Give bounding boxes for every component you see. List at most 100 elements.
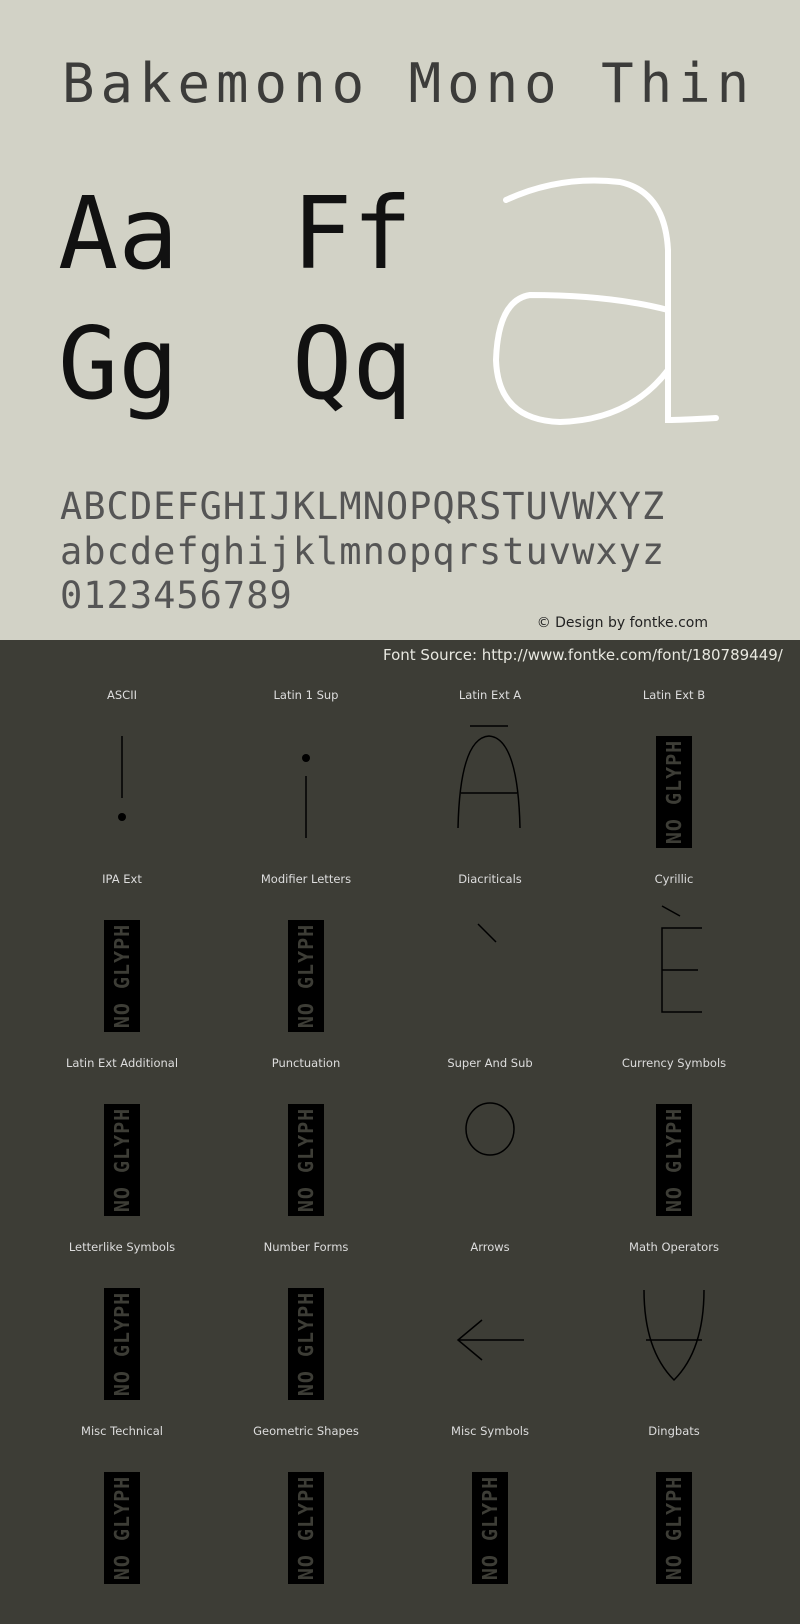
- glyph-block-cyrillic: Cyrillic: [582, 872, 766, 1056]
- no-glyph-icon: NO GLYPH: [214, 1454, 398, 1584]
- block-label: Letterlike Symbols: [68, 1240, 176, 1254]
- block-label: Latin Ext A: [458, 688, 522, 702]
- block-label: Latin 1 Sup: [273, 688, 339, 702]
- no-glyph-box: NO GLYPH: [656, 736, 692, 848]
- glyph-block-diacriticals: Diacriticals: [398, 872, 582, 1056]
- no-glyph-text: NO GLYPH: [662, 1475, 687, 1581]
- no-glyph-icon: NO GLYPH: [582, 1454, 766, 1584]
- glyph-Amacron-icon: [457, 725, 521, 829]
- block-label: Misc Symbols: [451, 1424, 529, 1438]
- glyph-block-latin-ext-a: Latin Ext A: [398, 688, 582, 872]
- no-glyph-box: NO GLYPH: [288, 1472, 324, 1584]
- glyph-block-misc-technical: Misc Technical NO GLYPH: [30, 1424, 214, 1608]
- glyph-union-like-icon: [643, 1289, 705, 1382]
- block-label: Latin Ext Additional: [65, 1056, 179, 1070]
- no-glyph-box: NO GLYPH: [472, 1472, 508, 1584]
- no-glyph-box: NO GLYPH: [104, 1104, 140, 1216]
- no-glyph-box: NO GLYPH: [288, 1288, 324, 1400]
- block-label: Dingbats: [648, 1424, 700, 1438]
- glyph-block-ipa-ext: IPA Ext NO GLYPH: [30, 872, 214, 1056]
- no-glyph-icon: NO GLYPH: [582, 1086, 766, 1216]
- no-glyph-icon: NO GLYPH: [214, 1086, 398, 1216]
- glyph-Egrave: [582, 902, 766, 1032]
- block-label: Number Forms: [263, 1240, 349, 1254]
- glyph-exclam: [30, 718, 214, 848]
- glyph-block-latin-1-sup: Latin 1 Sup: [214, 688, 398, 872]
- sample-ff: Ff: [292, 175, 413, 292]
- credit-text: © Design by fontke.com: [536, 615, 708, 631]
- no-glyph-box: NO GLYPH: [104, 1288, 140, 1400]
- no-glyph-text: NO GLYPH: [110, 1475, 135, 1581]
- block-label: Modifier Letters: [260, 872, 352, 886]
- glyph-zerosuperior-icon: [465, 1102, 515, 1156]
- glyph-block-ascii: ASCII: [30, 688, 214, 872]
- no-glyph-text: NO GLYPH: [294, 1107, 319, 1213]
- block-label: ASCII: [107, 688, 137, 702]
- glyph-block-latin-ext-additional: Latin Ext Additional NO GLYPH: [30, 1056, 214, 1240]
- no-glyph-box: NO GLYPH: [288, 920, 324, 1032]
- no-glyph-text: NO GLYPH: [662, 1107, 687, 1213]
- lowercase-line: abcdefghijklmnopqrstuvwxyz: [60, 530, 666, 573]
- glyph-exclam-icon: [118, 736, 126, 821]
- glyph-block-geometric-shapes: Geometric Shapes NO GLYPH: [214, 1424, 398, 1608]
- no-glyph-icon: NO GLYPH: [214, 1270, 398, 1400]
- glyph-block-latin-ext-b: Latin Ext B NO GLYPH: [582, 688, 766, 872]
- no-glyph-text: NO GLYPH: [294, 923, 319, 1029]
- font-title: Bakemono Mono Thin: [62, 52, 756, 115]
- block-label: Diacriticals: [458, 872, 522, 886]
- no-glyph-box: NO GLYPH: [656, 1104, 692, 1216]
- uppercase-line: ABCDEFGHIJKLMNOPQRSTUVWXYZ: [60, 485, 666, 528]
- no-glyph-icon: NO GLYPH: [398, 1454, 582, 1584]
- no-glyph-icon: NO GLYPH: [30, 1454, 214, 1584]
- sample-aa: Aa: [58, 175, 179, 292]
- glyph-grave-icon: [477, 923, 497, 943]
- no-glyph-icon: NO GLYPH: [582, 718, 766, 848]
- no-glyph-text: NO GLYPH: [662, 739, 687, 845]
- no-glyph-box: NO GLYPH: [104, 1472, 140, 1584]
- block-label: Geometric Shapes: [253, 1424, 359, 1438]
- block-label: Arrows: [470, 1240, 510, 1254]
- glyph-grave: [398, 902, 582, 1032]
- sample-gg: Gg: [58, 305, 179, 422]
- digits-line: 0123456789: [60, 574, 293, 617]
- preview-panel: Bakemono Mono Thin Aa Ff Gg Qq ABCDEFGHI…: [0, 0, 800, 640]
- glyph-block-punctuation: Punctuation NO GLYPH: [214, 1056, 398, 1240]
- block-label: Currency Symbols: [621, 1056, 727, 1070]
- no-glyph-box: NO GLYPH: [656, 1472, 692, 1584]
- no-glyph-text: NO GLYPH: [294, 1475, 319, 1581]
- glyph-arrowleft-icon: [456, 1319, 524, 1361]
- glyph-exclamdown-icon: [302, 754, 310, 838]
- no-glyph-icon: NO GLYPH: [214, 902, 398, 1032]
- no-glyph-text: NO GLYPH: [478, 1475, 503, 1581]
- glyph-block-currency-symbols: Currency Symbols NO GLYPH: [582, 1056, 766, 1240]
- block-label: Latin Ext B: [642, 688, 706, 702]
- no-glyph-box: NO GLYPH: [104, 920, 140, 1032]
- block-label: Misc Technical: [81, 1424, 163, 1438]
- glyph-union-like: [582, 1270, 766, 1400]
- glyph-exclamdown: [214, 718, 398, 848]
- no-glyph-box: NO GLYPH: [288, 1104, 324, 1216]
- no-glyph-text: NO GLYPH: [110, 923, 135, 1029]
- glyph-block-modifier-letters: Modifier Letters NO GLYPH: [214, 872, 398, 1056]
- glyph-zerosuperior: [398, 1086, 582, 1216]
- no-glyph-text: NO GLYPH: [294, 1291, 319, 1397]
- big-glyph-a: [492, 177, 719, 426]
- glyph-block-dingbats: Dingbats NO GLYPH: [582, 1424, 766, 1608]
- no-glyph-icon: NO GLYPH: [30, 1086, 214, 1216]
- block-label: Super And Sub: [447, 1056, 533, 1070]
- glyph-arrowleft: [398, 1270, 582, 1400]
- glyph-block-math-operators: Math Operators: [582, 1240, 766, 1424]
- glyph-block-arrows: Arrows: [398, 1240, 582, 1424]
- sample-qq: Qq: [292, 305, 413, 422]
- block-label: Cyrillic: [654, 872, 694, 886]
- block-label: Math Operators: [629, 1240, 719, 1254]
- glyph-Egrave-icon: [661, 905, 702, 1013]
- glyph-block-misc-symbols: Misc Symbols NO GLYPH: [398, 1424, 582, 1608]
- block-label: IPA Ext: [102, 872, 142, 886]
- font-source-link[interactable]: Font Source: http://www.fontke.com/font/…: [383, 646, 783, 664]
- glyph-block-letterlike-symbols: Letterlike Symbols NO GLYPH: [30, 1240, 214, 1424]
- block-label: Punctuation: [271, 1056, 341, 1070]
- no-glyph-text: NO GLYPH: [110, 1107, 135, 1213]
- glyph-Amacron: [398, 718, 582, 848]
- no-glyph-icon: NO GLYPH: [30, 1270, 214, 1400]
